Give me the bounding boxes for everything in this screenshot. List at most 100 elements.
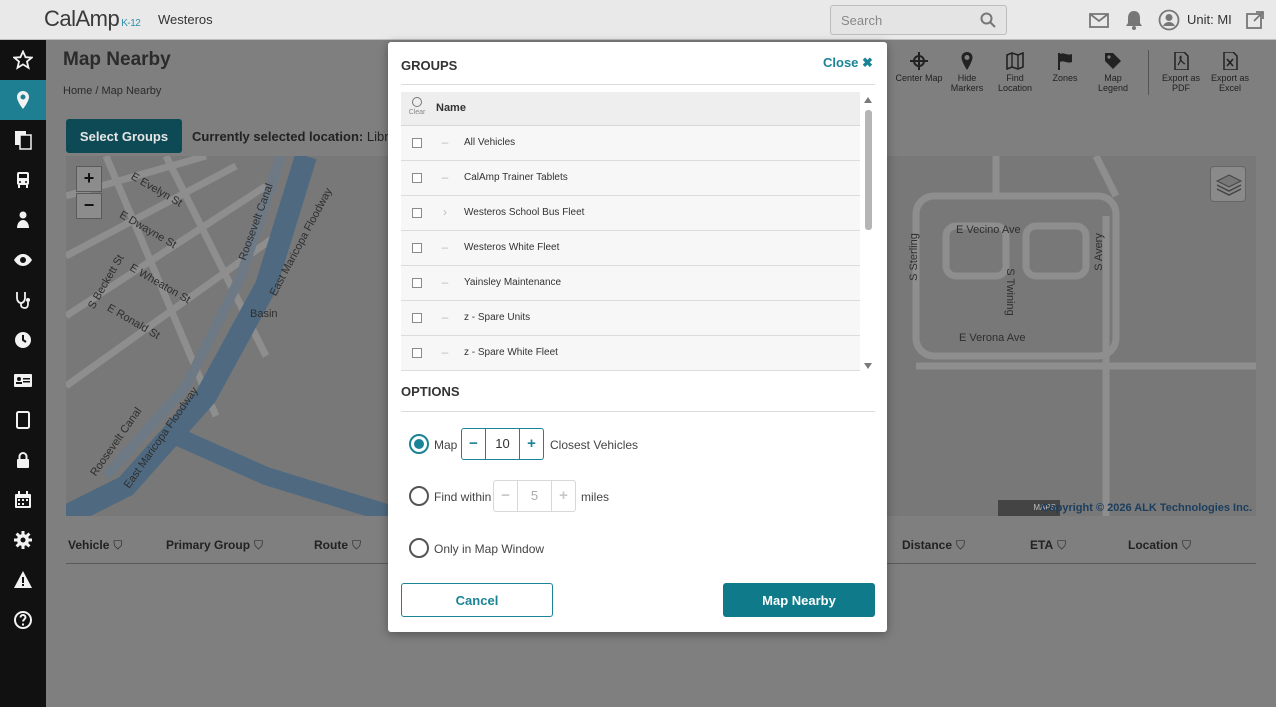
group-row[interactable]: – Yainsley Maintenance [401,266,860,301]
scroll-up-icon[interactable] [864,97,872,103]
sidebar-item-map[interactable] [0,80,46,120]
sidebar-item-ids[interactable] [0,360,46,400]
external-link-icon[interactable] [1244,9,1266,31]
closest-count-stepper[interactable]: − 10 + [461,428,544,460]
filter-icon[interactable]: ⛉ [113,538,122,552]
map-legend-button[interactable]: Map Legend [1088,50,1138,93]
street-label: S Sterling [907,233,920,281]
select-groups-button[interactable]: Select Groups [66,119,182,153]
decrement-button[interactable]: − [494,481,518,511]
filter-icon[interactable]: ⛉ [1057,538,1066,552]
column-header-vehicle[interactable]: Vehicle ⛉ [68,538,122,553]
search-icon[interactable] [980,12,996,28]
closest-count-value[interactable]: 10 [486,429,519,459]
miles-value[interactable]: 5 [518,481,551,511]
column-header-location[interactable]: Location ⛉ [1128,538,1191,553]
find-within-radio[interactable] [409,486,429,506]
group-checkbox[interactable] [412,348,422,358]
group-checkbox[interactable] [412,278,422,288]
map-layers-button[interactable] [1210,166,1246,202]
sidebar-item-help[interactable] [0,600,46,640]
column-header-eta[interactable]: ETA ⛉ [1030,538,1066,553]
sidebar-item-bus[interactable] [0,160,46,200]
group-checkbox[interactable] [412,313,422,323]
zones-button[interactable]: Zones [1040,50,1090,83]
miles-stepper[interactable]: − 5 + [493,480,576,512]
filter-icon[interactable]: ⛉ [1182,538,1191,552]
name-column-header[interactable]: Name [436,102,466,114]
group-checkbox[interactable] [412,208,422,218]
tablet-icon [16,411,30,429]
group-row[interactable]: – Westeros White Fleet [401,231,860,266]
close-button[interactable]: Close ✖ [823,55,873,71]
calendar-icon [15,491,31,508]
sidebar-item-devices[interactable] [0,400,46,440]
column-header-route[interactable]: Route ⛉ [314,538,361,553]
warning-icon [14,571,32,588]
export-pdf-button[interactable]: Export as PDF [1156,50,1206,93]
sidebar-item-favorites[interactable] [0,40,46,80]
groups-scrollbar[interactable] [862,92,875,372]
mail-icon[interactable] [1088,9,1110,31]
bus-icon [17,172,29,188]
hide-markers-button[interactable]: Hide Markers [942,50,992,93]
zoom-out-button[interactable]: − [76,193,102,219]
zoom-in-button[interactable]: + [76,166,102,192]
sidebar-item-alerts[interactable] [0,560,46,600]
group-checkbox[interactable] [412,243,422,253]
divider [401,84,875,85]
filter-icon[interactable]: ⛉ [352,538,361,552]
increment-button[interactable]: + [519,429,543,459]
unit-label[interactable]: Unit: MI [1187,12,1232,27]
breadcrumb[interactable]: Home / Map Nearby [63,85,161,97]
group-row[interactable]: – CalAmp Trainer Tablets [401,161,860,196]
increment-button[interactable]: + [551,481,575,511]
map-option-label: Map [434,438,458,452]
filter-icon[interactable]: ⛉ [956,538,965,552]
center-map-button[interactable]: Center Map [894,50,944,83]
clear-selection-button[interactable]: Clear [406,97,428,117]
calamp-logo[interactable]: CalAmp K-12 [44,6,141,32]
options-title: OPTIONS [401,384,460,399]
clock-icon [15,332,31,348]
sidebar [0,40,46,707]
group-row[interactable]: – z - Spare Units [401,301,860,336]
group-checkbox[interactable] [412,173,422,183]
help-icon [14,611,32,629]
expand-toggle[interactable]: › [441,205,449,219]
sidebar-item-health[interactable] [0,280,46,320]
find-location-button[interactable]: Find Location [990,50,1040,93]
map-window-radio[interactable] [409,538,429,558]
group-row[interactable]: › Westeros School Bus Fleet [401,196,860,231]
sidebar-item-settings[interactable] [0,520,46,560]
column-header-primary-group[interactable]: Primary Group ⛉ [166,538,263,553]
map-closest-radio[interactable] [409,434,429,454]
group-checkbox[interactable] [412,138,422,148]
sidebar-item-history[interactable] [0,320,46,360]
column-header-distance[interactable]: Distance ⛉ [902,538,965,553]
expand-toggle: – [441,310,449,324]
sidebar-item-calendar[interactable] [0,480,46,520]
page-title: Map Nearby [63,49,171,70]
expand-toggle: – [441,345,449,359]
group-row[interactable]: – All Vehicles [401,126,860,161]
filter-icon[interactable]: ⛉ [254,538,263,552]
sidebar-item-reports[interactable] [0,120,46,160]
export-excel-button[interactable]: Export as Excel [1205,50,1255,93]
scrollbar-thumb[interactable] [865,110,872,230]
street-label: S Avery [1092,233,1105,271]
cancel-button[interactable]: Cancel [401,583,553,617]
decrement-button[interactable]: − [462,429,486,459]
bell-icon[interactable] [1123,9,1145,31]
scroll-down-icon[interactable] [864,363,872,369]
search-input[interactable]: Search [830,5,1007,35]
sidebar-item-watch[interactable] [0,240,46,280]
street-label: Basin [250,308,278,320]
group-name: Westeros White Fleet [464,242,560,253]
group-row[interactable]: – z - Spare White Fleet [401,336,860,371]
sidebar-item-drivers[interactable] [0,200,46,240]
map-nearby-button[interactable]: Map Nearby [723,583,875,617]
user-avatar-icon[interactable] [1158,9,1180,31]
map-copyright[interactable]: Copyright © 2026 ALK Technologies Inc. [1041,502,1252,514]
sidebar-item-security[interactable] [0,440,46,480]
